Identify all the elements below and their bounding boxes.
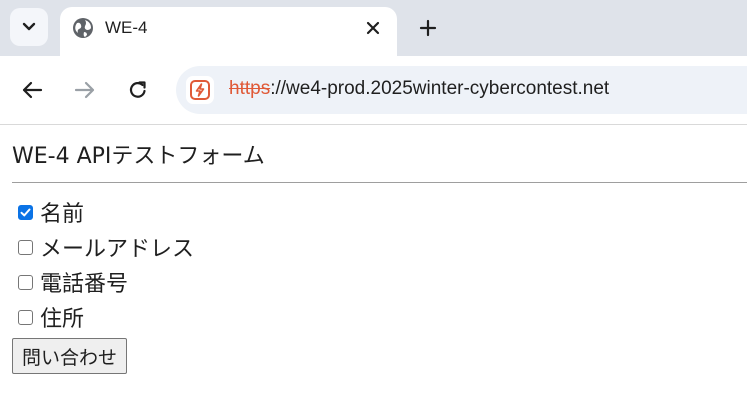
forward-button[interactable] [71, 76, 99, 104]
chevron-down-icon [22, 22, 36, 31]
option-name[interactable]: 名前 [18, 197, 84, 227]
url-scheme: https [229, 78, 271, 99]
option-phone[interactable]: 電話番号 [18, 267, 128, 297]
option-label: 住所 [40, 307, 85, 332]
reload-icon [129, 81, 146, 98]
url-host-path: ://we4-prod.2025winter-cybercontest.net [270, 78, 610, 99]
active-tab[interactable]: WE-4 [60, 7, 397, 56]
inquiry-button[interactable]: 問い合わせ [12, 338, 128, 374]
not-secure-icon [190, 80, 210, 100]
new-tab-button[interactable] [414, 14, 442, 42]
checkbox[interactable] [18, 204, 33, 220]
url-text: https://we4-prod.2025winter-cybercontest… [229, 78, 609, 100]
back-button[interactable] [18, 76, 46, 104]
tab-close-button[interactable] [361, 16, 385, 40]
option-label: 名前 [40, 202, 85, 227]
checkbox[interactable] [18, 309, 33, 325]
checkbox[interactable] [18, 239, 33, 255]
checkmark-icon [20, 208, 31, 216]
toolbar: https://we4-prod.2025winter-cybercontest… [0, 56, 747, 125]
site-info-button[interactable] [186, 76, 214, 104]
plus-icon [419, 19, 437, 37]
option-label: メールアドレス [40, 237, 195, 262]
tab-search-button[interactable] [10, 8, 48, 46]
page-title: WE-4 APIテストフォーム [12, 144, 265, 169]
option-email[interactable]: メールアドレス [18, 232, 194, 262]
checkbox[interactable] [18, 274, 33, 290]
address-bar[interactable]: https://we4-prod.2025winter-cybercontest… [176, 66, 747, 114]
arrow-right-icon [74, 81, 95, 99]
arrow-left-icon [22, 81, 43, 99]
tab-strip: WE-4 [0, 0, 747, 56]
option-label: 電話番号 [40, 272, 129, 297]
horizontal-rule [12, 182, 747, 183]
reload-button[interactable] [124, 76, 152, 104]
option-address[interactable]: 住所 [18, 302, 84, 332]
globe-icon [73, 18, 93, 38]
tab-title: WE-4 [105, 18, 148, 37]
close-icon [366, 21, 380, 35]
